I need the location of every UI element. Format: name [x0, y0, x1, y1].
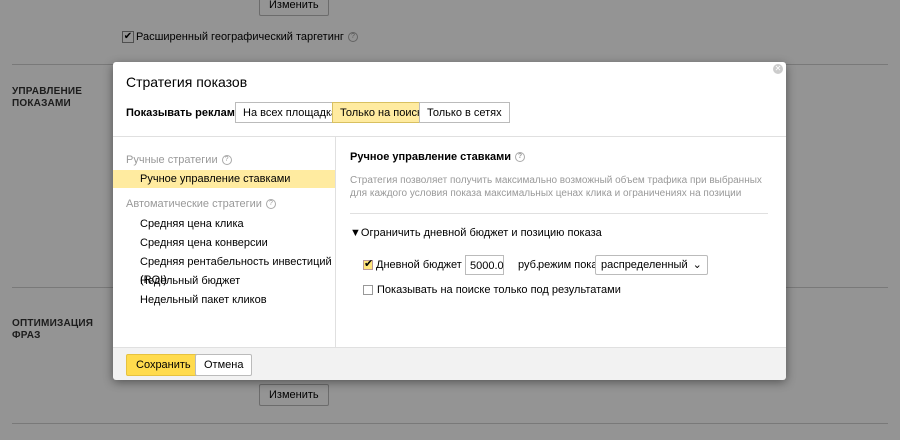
- currency-label: руб.: [518, 259, 539, 271]
- tab-networks-only[interactable]: Только в сетях: [419, 102, 510, 123]
- daily-budget-checkbox[interactable]: ✔: [363, 258, 374, 270]
- help-icon[interactable]: ?: [265, 199, 276, 210]
- strategy-avg-conversion-price[interactable]: Средняя цена конверсии: [113, 234, 335, 252]
- show-ads-label: Показывать рекламу:: [126, 107, 245, 119]
- strategy-manual-bidding[interactable]: Ручное управление ставками: [113, 170, 335, 188]
- daily-budget-text: Дневной бюджет: [376, 259, 462, 271]
- daily-budget-label: Дневной бюджет?: [376, 259, 478, 271]
- checkmark-icon: ✔: [364, 258, 374, 270]
- strategy-weekly-budget[interactable]: Недельный бюджет: [113, 272, 335, 290]
- help-icon[interactable]: ?: [515, 152, 526, 163]
- strategy-weekly-clicks[interactable]: Недельный пакет кликов: [113, 291, 335, 309]
- strategy-avg-click-price[interactable]: Средняя цена клика: [113, 215, 335, 233]
- auto-strategies-title: Автоматические стратегии?: [126, 198, 276, 210]
- help-icon[interactable]: ?: [221, 155, 232, 166]
- modal-footer: Сохранить Отмена: [113, 347, 786, 380]
- chevron-down-icon: ⌄: [692, 259, 702, 271]
- manual-strategies-title: Ручные стратегии?: [126, 154, 232, 166]
- close-icon[interactable]: ✕: [773, 64, 783, 74]
- save-button[interactable]: Сохранить: [126, 354, 201, 376]
- strategy-modal: Стратегия показов ✕ Показывать рекламу: …: [113, 62, 786, 380]
- modal-title: Стратегия показов: [126, 74, 248, 90]
- search-below-checkbox[interactable]: [363, 285, 373, 295]
- divider: [350, 213, 768, 214]
- strategy-avg-roi[interactable]: Средняя рентабельность инвестиций (ROI): [113, 253, 335, 286]
- daily-budget-input[interactable]: 5000.0: [465, 255, 504, 275]
- strategy-description: Стратегия позволяет получить максимально…: [350, 175, 762, 199]
- cancel-button[interactable]: Отмена: [195, 354, 253, 376]
- strategy-detail-title: Ручное управление ставками?: [350, 151, 526, 163]
- strategy-detail-text: Ручное управление ставками: [350, 151, 512, 163]
- display-mode-value: распределенный: [601, 259, 688, 271]
- manual-strategies-text: Ручные стратегии: [126, 154, 218, 166]
- search-below-label: Показывать на поиске только под результа…: [377, 284, 621, 296]
- auto-strategies-text: Автоматические стратегии: [126, 198, 262, 210]
- strategy-list: Ручные стратегии? Ручное управление став…: [113, 137, 336, 347]
- display-mode-select[interactable]: распределенный ⌄: [595, 255, 708, 275]
- limit-budget-toggle[interactable]: ▼Ограничить дневной бюджет и позицию пок…: [350, 227, 602, 239]
